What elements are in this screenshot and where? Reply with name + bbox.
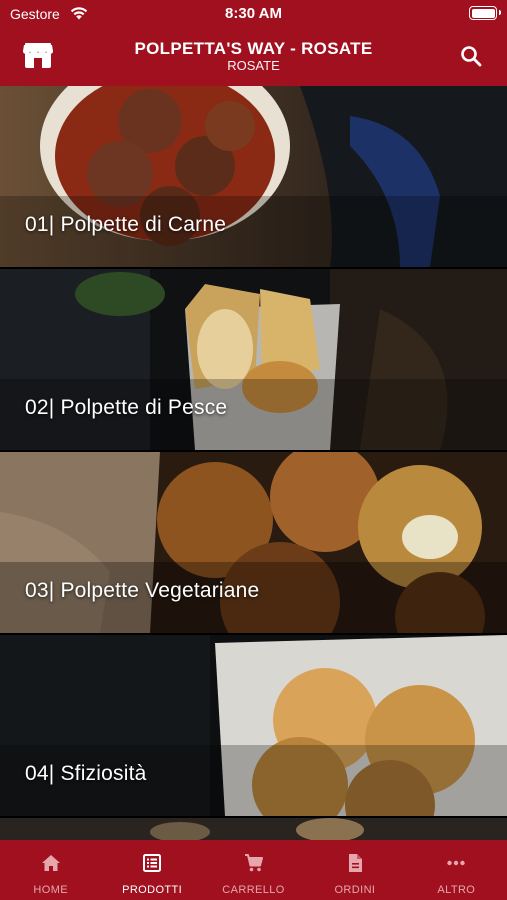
page-title: POLPETTA'S WAY - ROSATE xyxy=(134,39,373,58)
category-card-carne[interactable]: 01| Polpette di Carne xyxy=(0,86,507,267)
status-bar: Gestore 8:30 AM xyxy=(0,0,507,30)
category-image-carne xyxy=(0,86,507,267)
category-image-peek xyxy=(0,818,507,840)
app-header: POLPETTA'S WAY - ROSATE ROSATE xyxy=(0,30,507,86)
store-icon[interactable] xyxy=(22,42,54,70)
category-card-pesce[interactable]: 02| Polpette di Pesce xyxy=(0,269,507,450)
list-icon xyxy=(143,854,162,872)
header-title-block: POLPETTA'S WAY - ROSATE ROSATE xyxy=(80,39,427,73)
tab-prodotti[interactable]: PRODOTTI xyxy=(101,840,202,900)
status-clock: 8:30 AM xyxy=(225,5,282,22)
document-icon xyxy=(348,854,362,872)
category-image-pesce xyxy=(0,269,507,450)
page-subtitle: ROSATE xyxy=(227,58,280,73)
more-icon xyxy=(447,860,466,866)
battery-icon xyxy=(469,6,501,20)
tab-carrello[interactable]: CARRELLO xyxy=(203,840,304,900)
category-card-vegetariane[interactable]: 03| Polpette Vegetariane xyxy=(0,452,507,633)
category-card-sfiziosita[interactable]: 04| Sfiziosità xyxy=(0,635,507,816)
tab-home[interactable]: HOME xyxy=(0,840,101,900)
tab-label: CARRELLO xyxy=(222,884,285,896)
category-label: 02| Polpette di Pesce xyxy=(25,396,228,419)
tab-label: ALTRO xyxy=(437,884,476,896)
bottom-tab-bar: HOME PRODOTTI CARRELLO ORDINI ALTRO xyxy=(0,840,507,900)
category-image-sfiziosita xyxy=(0,635,507,816)
category-list: 01| Polpette di Carne 02| Polpette di Pe… xyxy=(0,86,507,840)
tab-altro[interactable]: ALTRO xyxy=(406,840,507,900)
tab-ordini[interactable]: ORDINI xyxy=(304,840,405,900)
home-icon xyxy=(41,855,60,871)
tab-label: PRODOTTI xyxy=(122,884,183,896)
category-label: 03| Polpette Vegetariane xyxy=(25,579,260,602)
tab-label: ORDINI xyxy=(334,884,376,896)
category-image-vegetariane xyxy=(0,452,507,633)
category-label: 04| Sfiziosità xyxy=(25,762,147,785)
tab-label: HOME xyxy=(33,884,68,896)
category-card-peek[interactable] xyxy=(0,818,507,840)
category-label: 01| Polpette di Carne xyxy=(25,213,227,236)
search-icon[interactable] xyxy=(459,44,483,68)
top-bar: Gestore 8:30 AM POLPETTA'S WAY - ROSATE … xyxy=(0,0,507,86)
cart-icon xyxy=(244,854,263,872)
